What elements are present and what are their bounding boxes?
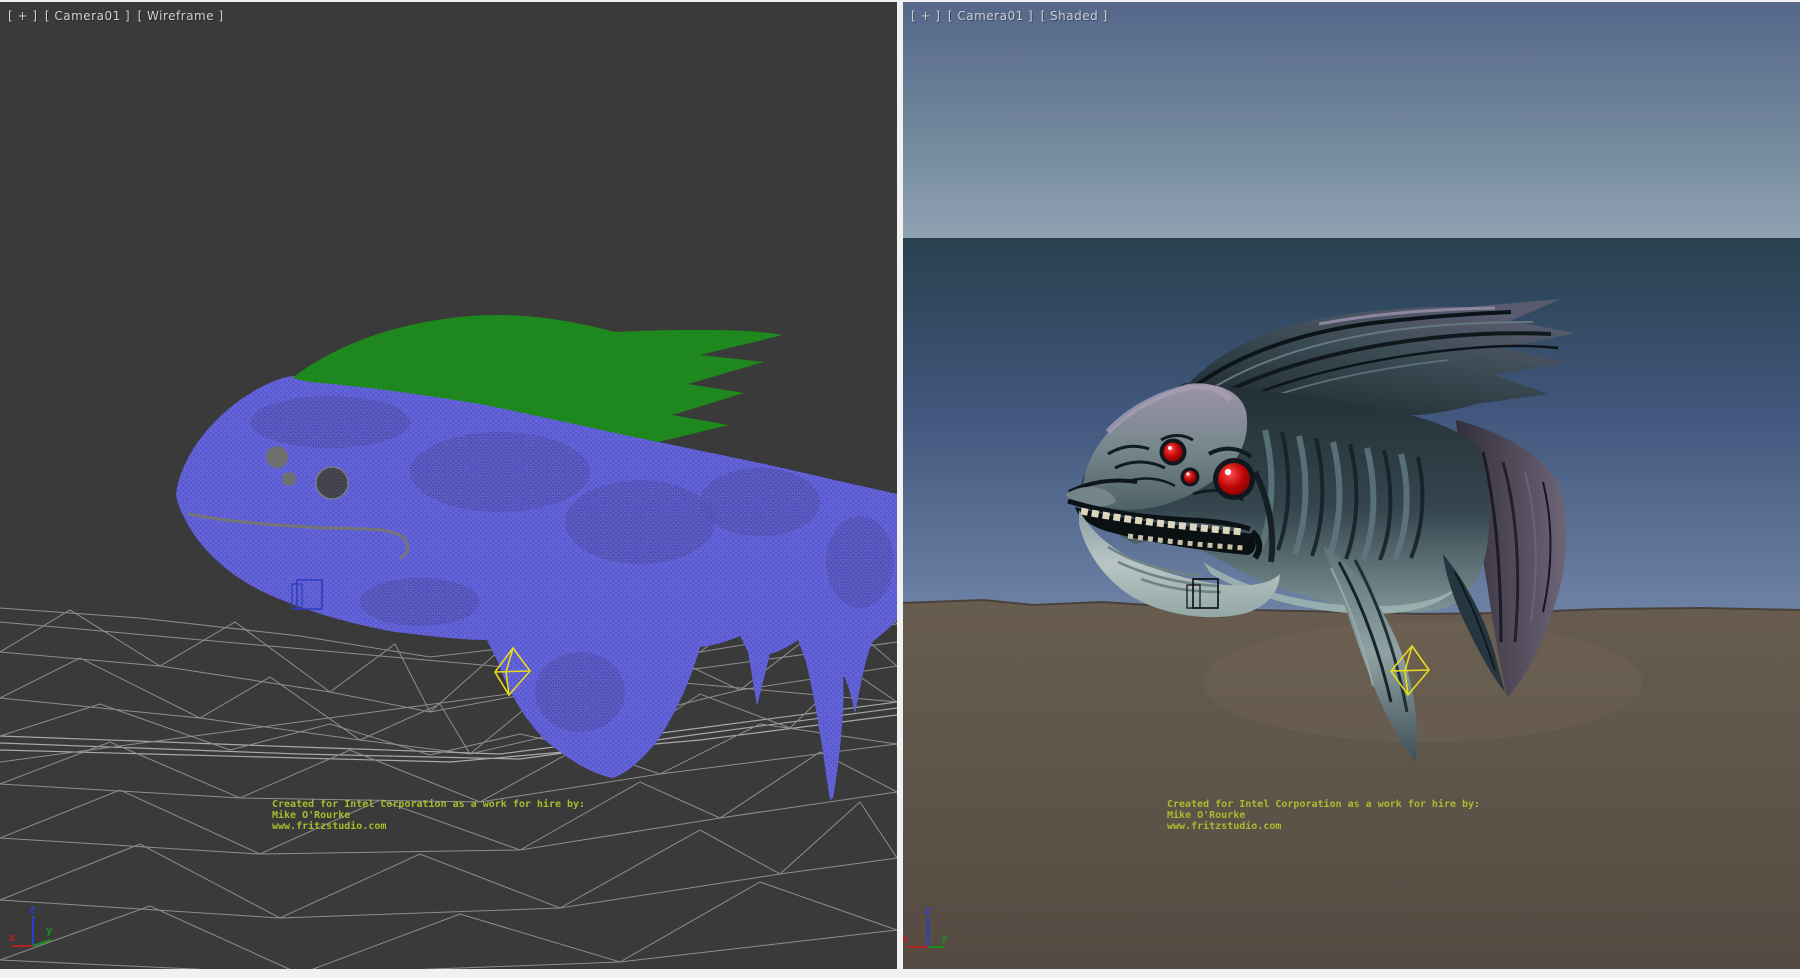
fish-eye-red-large	[1218, 463, 1250, 495]
fish-eye-circle-mid	[266, 446, 288, 468]
watermark-right: Created for Intel Corporation as a work …	[1167, 799, 1497, 832]
watermark-line2: Mike O'Rourke	[272, 810, 602, 821]
viewport-label-left: [ + ] [ Camera01 ] [ Wireframe ]	[8, 9, 227, 23]
viewport-menu-plus[interactable]: [ + ]	[8, 9, 38, 23]
axis-z-label: z	[924, 904, 931, 917]
axis-z-label: z	[29, 903, 36, 916]
watermark-line3: www.fritzstudio.com	[1167, 821, 1497, 832]
viewport-area: [ + ] [ Camera01 ] [ Wireframe ] Created…	[0, 0, 1800, 978]
viewport-menu-pov[interactable]: [ Camera01 ]	[948, 9, 1033, 23]
fish-eye-red-small	[1184, 471, 1196, 483]
viewport-label-right: [ + ] [ Camera01 ] [ Shaded ]	[911, 9, 1111, 23]
axis-y-label: y	[941, 931, 948, 944]
watermark-line2: Mike O'Rourke	[1167, 810, 1497, 821]
fish-eye-red-mid	[1164, 443, 1183, 462]
viewport-menu-plus[interactable]: [ + ]	[911, 9, 941, 23]
viewport-menu-shading[interactable]: [ Wireframe ]	[138, 9, 224, 23]
axis-x-label: x	[9, 931, 16, 944]
sky-gradient	[903, 2, 1800, 239]
eye-specular-small	[1186, 472, 1189, 475]
world-axis-tripod-left: z x y	[6, 902, 66, 969]
viewport-right-shaded[interactable]: [ + ] [ Camera01 ] [ Shaded ] Created fo…	[903, 2, 1800, 969]
watermark-line1: Created for Intel Corporation as a work …	[1167, 799, 1497, 810]
sand-light-patch	[1203, 622, 1643, 742]
viewport-menu-shading[interactable]: [ Shaded ]	[1041, 9, 1108, 23]
watermark-line1: Created for Intel Corporation as a work …	[272, 799, 602, 810]
fish-eye-circle-small	[282, 472, 296, 486]
viewport-menu-pov[interactable]: [ Camera01 ]	[45, 9, 130, 23]
world-axis-tripod-right: z x y	[903, 903, 961, 969]
watermark-line3: www.fritzstudio.com	[272, 821, 602, 832]
watermark-left: Created for Intel Corporation as a work …	[272, 799, 602, 832]
eye-specular-mid	[1168, 446, 1172, 450]
axis-y-label: y	[46, 924, 53, 937]
axis-x-label: x	[903, 932, 909, 945]
viewport-left-wireframe[interactable]: [ + ] [ Camera01 ] [ Wireframe ] Created…	[0, 2, 897, 969]
eye-specular-large	[1225, 469, 1231, 475]
